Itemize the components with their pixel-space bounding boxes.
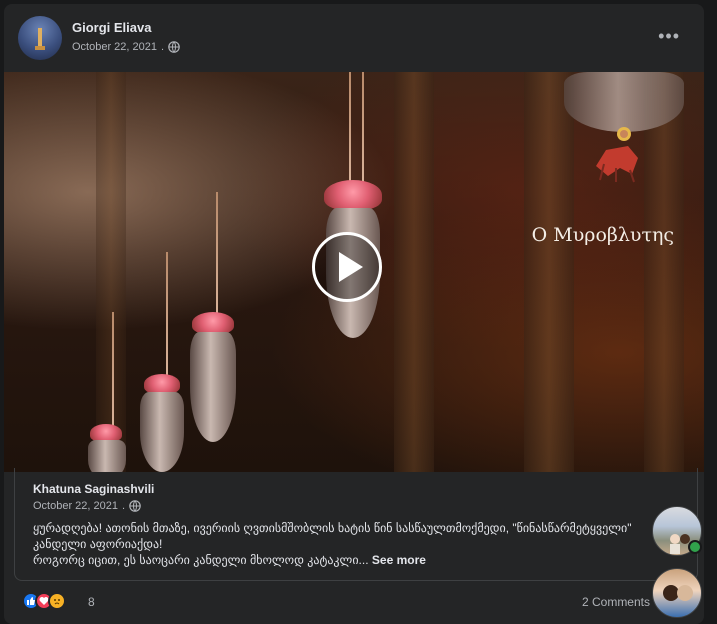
play-button[interactable] [312,232,382,302]
post-text-line: ყურადღება! ათონის მთაზე, ივერიის ღვთისმშ… [33,521,632,535]
post-card: Giorgi Eliava October 22, 2021 . ••• Ο Μ… [4,4,704,624]
post-meta: October 22, 2021 . [72,41,180,53]
sad-reaction-icon [48,592,66,610]
shared-post-text: ყურადღება! ათონის მთაზე, ივერიის ღვთისმშ… [33,520,653,568]
post-header: Giorgi Eliava October 22, 2021 . ••• [18,16,690,62]
shared-post-meta: October 22, 2021 . [33,500,141,512]
post-footer: 8 2 Comments 3 [22,592,662,612]
meta-separator: . [161,41,165,53]
globe-icon[interactable] [168,41,180,53]
online-status-indicator [688,540,702,554]
post-date[interactable]: October 22, 2021 [72,41,157,53]
video-player[interactable]: Ο Μυροβλυτης [4,72,704,472]
chat-head-avatar[interactable] [652,568,702,618]
reactions-summary[interactable] [22,592,66,610]
globe-icon[interactable] [129,500,141,512]
shared-post: Khatuna Saginashvili October 22, 2021 . … [14,468,698,581]
see-more-link[interactable]: See more [372,553,426,567]
post-text-line: კანდელი აფორიაქდა! [33,537,163,551]
more-options-button[interactable]: ••• [658,26,680,47]
post-text-line: როგორც იცით, ეს საოცარი კანდელი მხოლოდ კ… [33,553,426,567]
comments-count-link[interactable]: 2 Comments [582,595,650,609]
video-caption: Ο Μυροβλυτης [531,224,674,246]
shared-post-date[interactable]: October 22, 2021 [33,500,118,512]
reaction-count[interactable]: 8 [88,595,95,609]
play-icon [339,252,363,282]
post-author-name[interactable]: Giorgi Eliava [72,20,151,35]
shared-author-name[interactable]: Khatuna Saginashvili [33,482,154,496]
saint-icon [596,127,638,183]
author-avatar[interactable] [18,16,62,60]
meta-separator: . [122,500,126,512]
